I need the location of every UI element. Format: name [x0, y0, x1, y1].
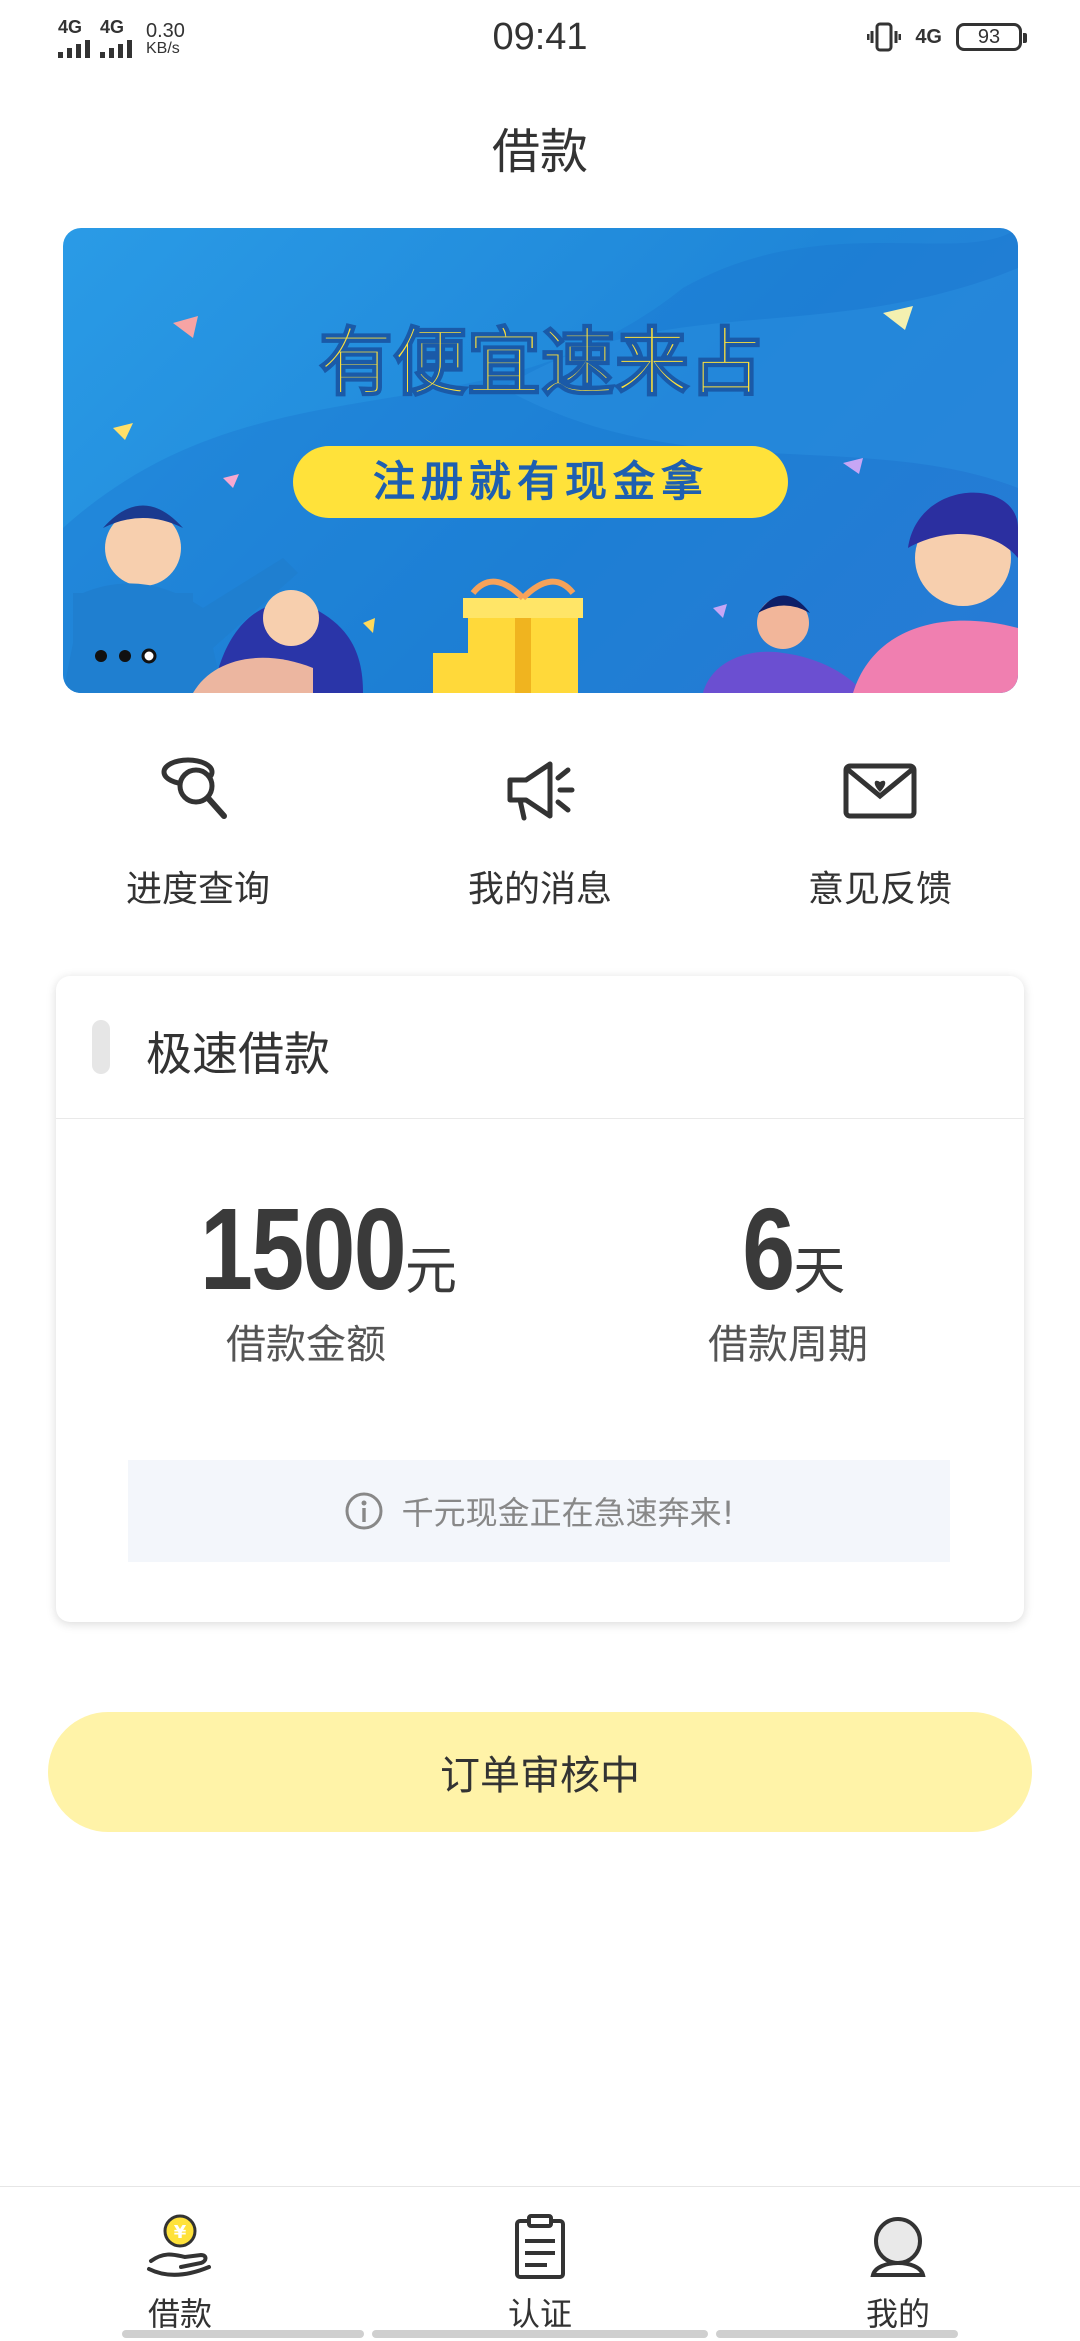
battery-level: 93	[977, 25, 1001, 48]
search-icon	[161, 757, 227, 819]
clipboard-icon	[515, 2214, 565, 2279]
quick-action-messages[interactable]: 我的消息	[390, 750, 690, 912]
card-title-marker	[92, 1020, 110, 1074]
page-title: 借款	[491, 124, 588, 180]
loan-period-label: 借款周期	[708, 1322, 868, 1368]
tab-mine-label: 我的	[865, 2295, 930, 2333]
loan-period-value: 6	[741, 1184, 795, 1314]
promo-banner[interactable]: 有便宜速来占 注册就有现金拿	[63, 228, 1018, 693]
network-4g-label: 4G	[915, 25, 942, 48]
battery-icon: 93	[956, 23, 1027, 51]
notice-text: 千元现金正在急速奔来!	[401, 1494, 735, 1532]
loan-card: 极速借款 1500元 借款金额 6天 借款周期 千元现金正在急速奔来!	[56, 976, 1024, 1622]
tab-verify[interactable]: 认证	[440, 2211, 640, 2335]
coin-hand-icon: ¥	[147, 2214, 211, 2277]
status-bar: 4G 4G 0.30 KB/s 09:41 4G 93	[0, 0, 1080, 82]
gesture-bar-center	[372, 2330, 708, 2338]
svg-text:¥: ¥	[174, 2222, 187, 2243]
loan-period-unit: 天	[793, 1242, 846, 1302]
loan-amount: 1500元 借款金额	[96, 1184, 516, 1370]
tab-verify-label: 认证	[507, 2295, 572, 2333]
quick-action-progress[interactable]: 进度查询	[48, 750, 348, 912]
loan-amount-unit: 元	[405, 1242, 458, 1302]
banner-headline: 有便宜速来占	[319, 320, 763, 406]
tab-mine[interactable]: 我的	[798, 2211, 998, 2335]
vibrate-icon	[867, 22, 902, 52]
loan-amount-value: 1500	[199, 1184, 407, 1314]
heart-envelope-icon	[843, 763, 917, 819]
quick-action-label: 意见反馈	[807, 869, 952, 910]
loan-card-title: 极速借款	[146, 1027, 330, 1081]
quick-action-feedback[interactable]: 意见反馈	[730, 750, 1030, 912]
quick-action-label: 我的消息	[467, 869, 612, 910]
banner-subline: 注册就有现金拿	[373, 457, 709, 506]
tab-loan-label: 借款	[147, 2295, 212, 2333]
user-icon	[870, 2217, 926, 2277]
loan-card-header: 极速借款	[56, 976, 1024, 1119]
gesture-bar-left	[122, 2330, 364, 2338]
order-review-button[interactable]: 订单审核中	[48, 1712, 1032, 1832]
tab-loan[interactable]: ¥ 借款	[80, 2211, 280, 2335]
bottom-tab-bar: ¥ 借款 认证 我的	[0, 2186, 1080, 2341]
status-right: 4G 93	[867, 20, 1027, 54]
info-icon	[345, 1492, 383, 1530]
loan-amount-label: 借款金额	[226, 1322, 386, 1368]
banner-illustration: 有便宜速来占 注册就有现金拿	[63, 228, 1018, 693]
megaphone-icon	[507, 761, 575, 821]
quick-action-label: 进度查询	[125, 869, 270, 910]
notice-banner: 千元现金正在急速奔来!	[128, 1460, 950, 1562]
loan-period: 6天 借款周期	[578, 1184, 998, 1370]
gesture-bar-right	[716, 2330, 958, 2338]
